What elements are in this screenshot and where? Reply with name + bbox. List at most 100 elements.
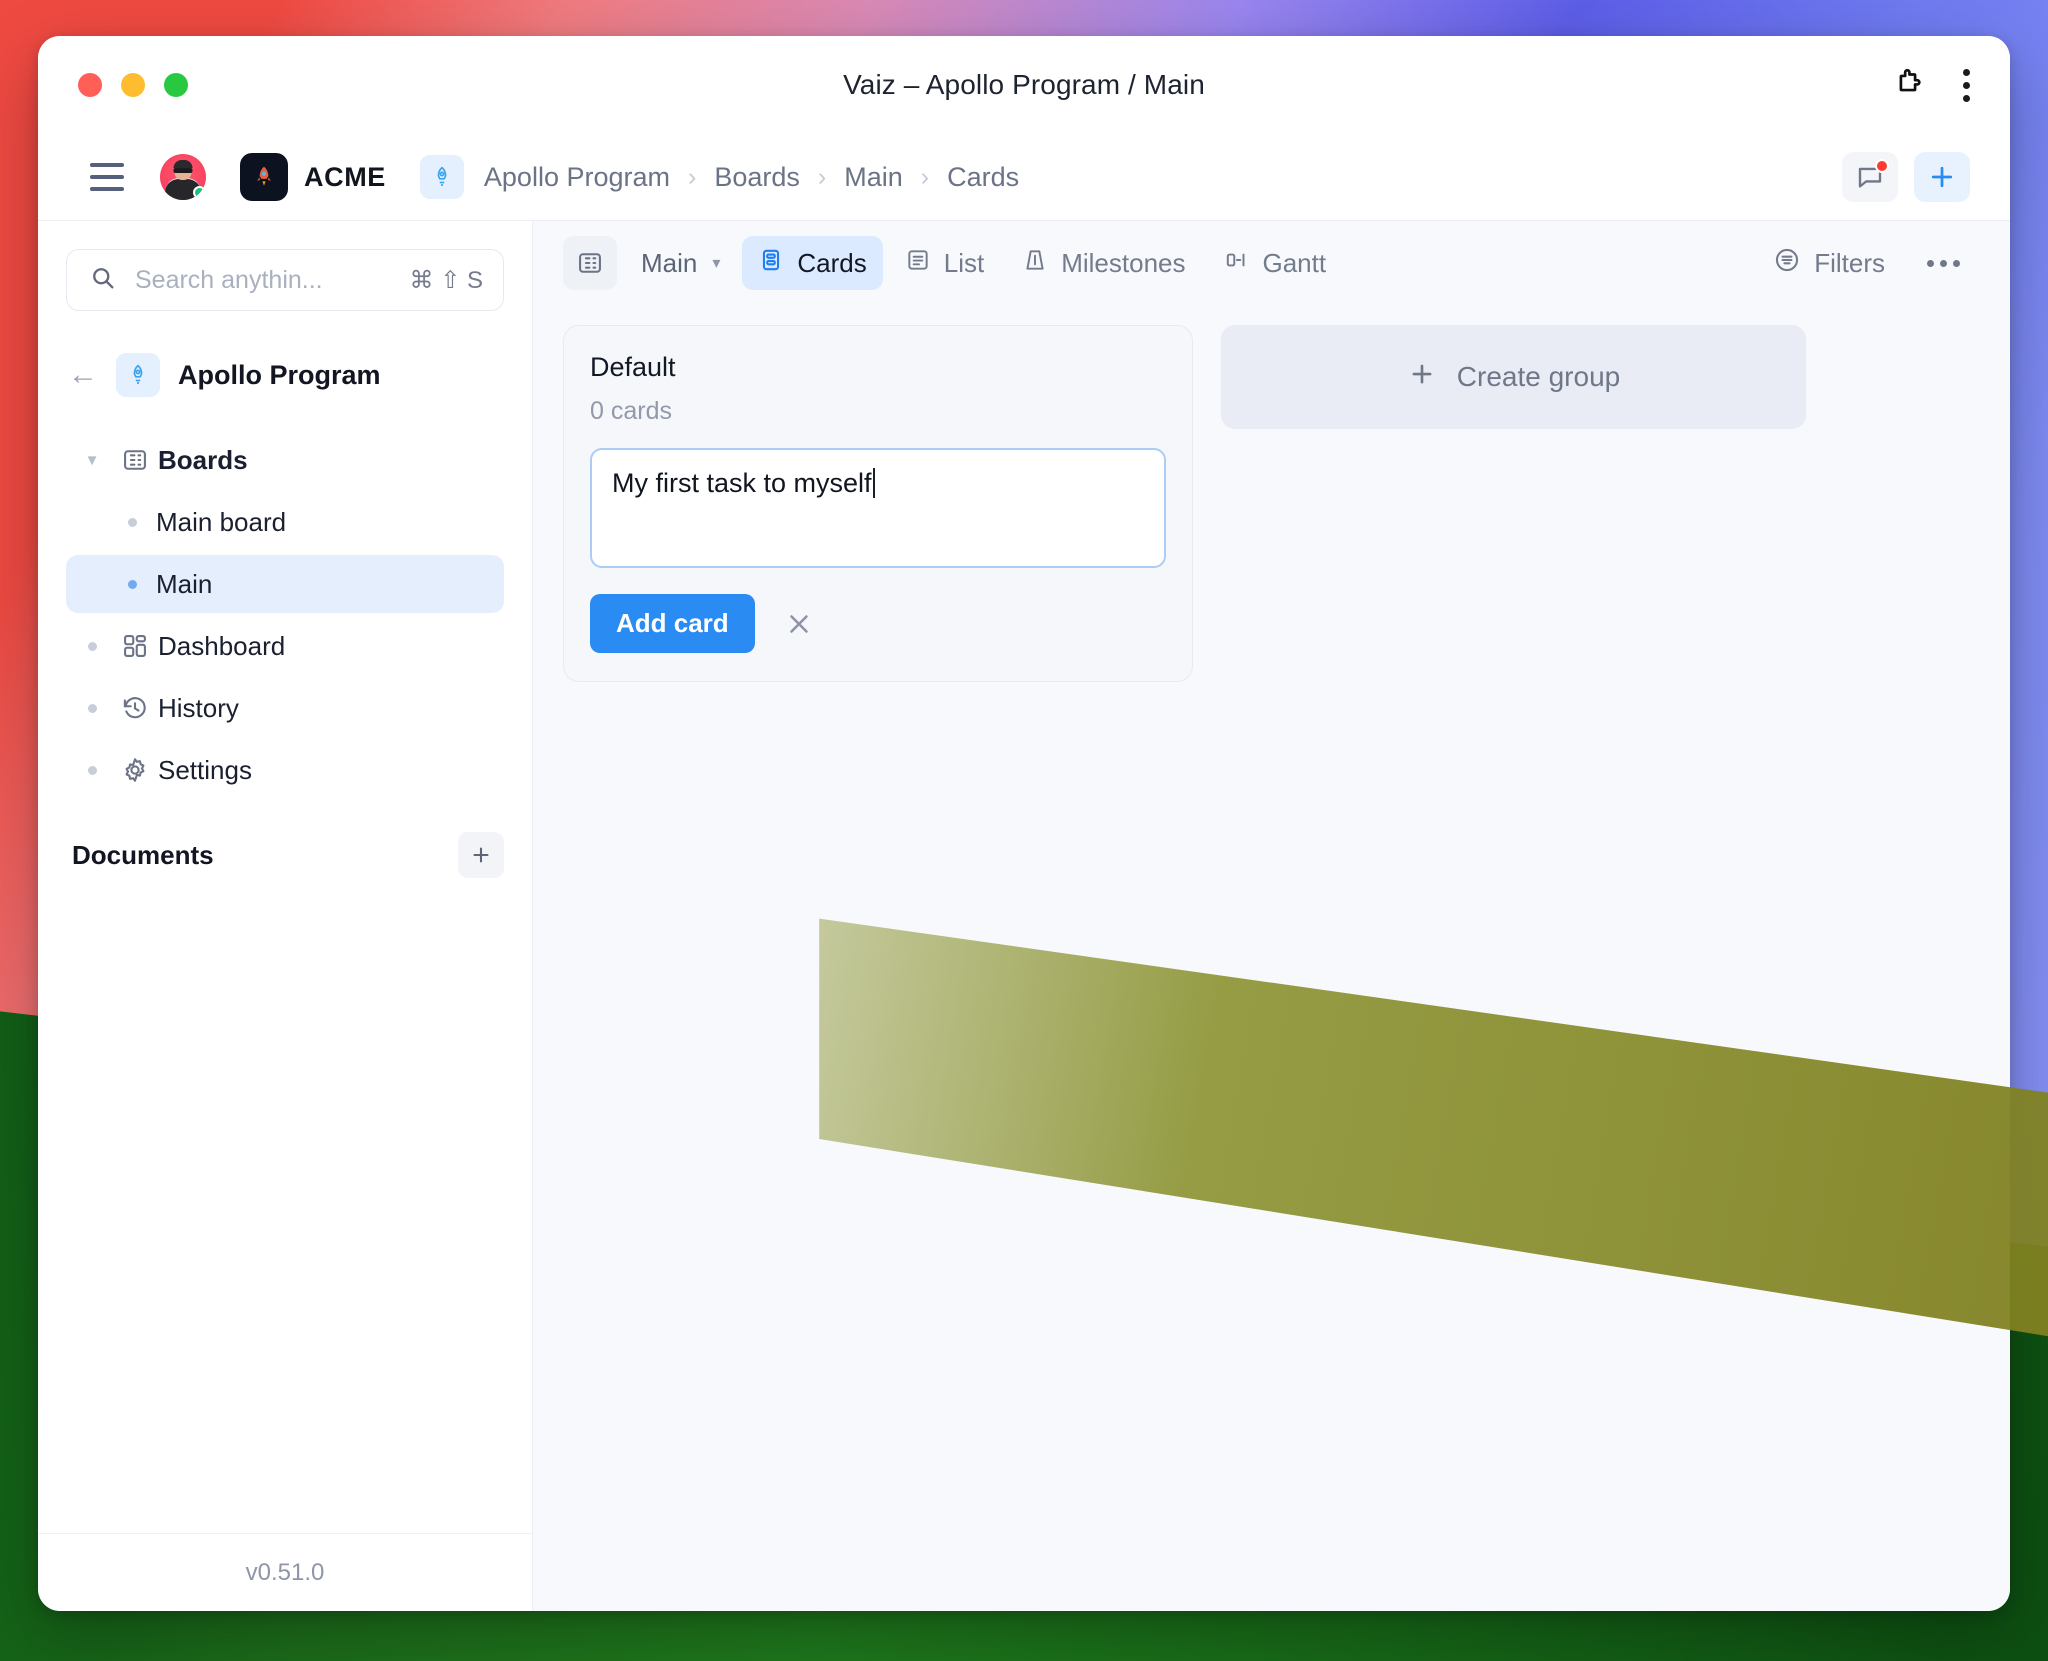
app-version: v0.51.0	[38, 1533, 532, 1611]
tab-list[interactable]: List	[889, 236, 1000, 290]
history-icon	[112, 694, 158, 722]
puzzle-icon[interactable]	[1891, 66, 1925, 105]
new-card-textarea[interactable]: My first task to myself	[590, 448, 1166, 568]
cards-icon	[758, 247, 784, 280]
notification-badge	[1875, 159, 1889, 173]
search-icon	[89, 264, 117, 297]
card-composer-actions: Add card	[590, 594, 1166, 653]
dashboard-icon	[112, 632, 158, 660]
sidebar-project-name[interactable]: Apollo Program	[178, 360, 381, 391]
window-controls[interactable]	[78, 73, 188, 97]
titlebar-actions	[1891, 66, 1970, 105]
tab-cards[interactable]: Cards	[742, 236, 882, 290]
text-cursor	[873, 468, 875, 498]
bullet-icon	[72, 642, 112, 651]
bullet-icon	[112, 580, 152, 589]
main-content: Main ▾ Cards	[533, 221, 2010, 1611]
close-icon[interactable]	[777, 602, 821, 646]
breadcrumb-item-cards[interactable]: Cards	[943, 160, 1023, 195]
sidebar-item-label: Main	[152, 569, 212, 600]
sidebar-item-label: Settings	[158, 755, 252, 786]
sidebar-item-label: Dashboard	[158, 631, 285, 662]
bullet-icon	[112, 518, 152, 527]
sidebar-section-title: Documents	[72, 840, 214, 871]
close-window-button[interactable]	[78, 73, 102, 97]
online-status-dot	[193, 186, 206, 199]
comment-bubble-icon[interactable]	[1842, 152, 1898, 202]
gantt-icon	[1224, 247, 1250, 280]
sidebar-documents-section: Documents	[66, 823, 504, 887]
avatar-glasses	[174, 168, 193, 173]
add-document-button[interactable]	[458, 832, 504, 878]
app-header-actions	[1842, 152, 1970, 202]
back-arrow-icon[interactable]: ←	[68, 360, 98, 390]
sidebar-item-settings[interactable]: Settings	[66, 741, 504, 799]
maximize-window-button[interactable]	[164, 73, 188, 97]
board-icon[interactable]	[563, 236, 617, 290]
hamburger-icon[interactable]	[90, 163, 124, 191]
group-title[interactable]: Default	[590, 352, 1166, 383]
rocket-icon	[116, 353, 160, 397]
sidebar-item-dashboard[interactable]: Dashboard	[66, 617, 504, 675]
plus-icon	[1407, 359, 1437, 396]
sidebar-item-history[interactable]: History	[66, 679, 504, 737]
breadcrumb-item-boards[interactable]: Boards	[710, 160, 804, 195]
filters-icon	[1773, 246, 1801, 281]
app-header: ACME Apollo Program › Boards › Main › Ca…	[38, 134, 2010, 220]
create-group-label: Create group	[1457, 361, 1620, 393]
board-icon	[112, 446, 158, 474]
tab-milestones[interactable]: Milestones	[1006, 236, 1201, 290]
search-input[interactable]: Search anythin... ⌘ ⇧ S	[66, 249, 504, 311]
avatar-hair	[174, 160, 193, 168]
new-card-value: My first task to myself	[612, 468, 872, 498]
sidebar-item-main-board[interactable]: Main board	[66, 493, 504, 551]
board-selector-label: Main	[641, 248, 697, 279]
milestones-icon	[1022, 247, 1048, 280]
sidebar-item-main[interactable]: Main	[66, 555, 504, 613]
tab-label: Milestones	[1061, 248, 1185, 279]
search-shortcut: ⌘ ⇧ S	[410, 266, 483, 295]
tab-label: List	[944, 248, 984, 279]
sidebar-project-header: ← Apollo Program	[66, 347, 504, 403]
filters-button[interactable]: Filters	[1757, 236, 1901, 290]
view-toolbar-right: Filters	[1757, 236, 1976, 290]
app-window: Vaiz – Apollo Program / Main	[38, 36, 2010, 1611]
bullet-icon	[72, 766, 112, 775]
chevron-down-icon: ▾	[712, 253, 720, 273]
more-horizontal-icon[interactable]	[1911, 246, 1976, 281]
add-icon[interactable]	[1914, 152, 1970, 202]
breadcrumb-separator: ›	[921, 163, 929, 192]
tab-gantt[interactable]: Gantt	[1208, 236, 1343, 290]
rocket-logo-icon[interactable]	[240, 153, 288, 201]
sidebar: Search anythin... ⌘ ⇧ S ← Apollo P	[38, 221, 533, 1611]
breadcrumb-separator: ›	[688, 163, 696, 192]
chevron-down-icon[interactable]: ▼	[72, 452, 112, 469]
minimize-window-button[interactable]	[121, 73, 145, 97]
kebab-menu-icon[interactable]	[1963, 69, 1970, 102]
avatar[interactable]	[160, 154, 206, 200]
tab-label: Cards	[797, 248, 866, 279]
board-selector[interactable]: Main ▾	[633, 236, 736, 290]
sidebar-item-boards[interactable]: ▼ Boards	[66, 431, 504, 489]
sidebar-item-label: Main board	[152, 507, 286, 538]
tab-label: Gantt	[1263, 248, 1327, 279]
window-titlebar: Vaiz – Apollo Program / Main	[38, 36, 2010, 134]
window-title: Vaiz – Apollo Program / Main	[38, 69, 2010, 101]
app-body: Search anythin... ⌘ ⇧ S ← Apollo P	[38, 220, 2010, 1611]
org-name[interactable]: ACME	[304, 162, 386, 193]
filters-label: Filters	[1814, 248, 1885, 279]
breadcrumb-separator: ›	[818, 163, 826, 192]
sidebar-item-label: History	[158, 693, 239, 724]
view-toolbar: Main ▾ Cards	[533, 221, 2010, 305]
group-card-count: 0 cards	[590, 397, 1166, 426]
sidebar-item-label: Boards	[158, 445, 248, 476]
rocket-icon[interactable]	[420, 155, 464, 199]
breadcrumb: Apollo Program › Boards › Main › Cards	[480, 160, 1023, 195]
desktop-background: Vaiz – Apollo Program / Main	[0, 0, 2048, 1661]
breadcrumb-item-main[interactable]: Main	[840, 160, 907, 195]
add-card-button[interactable]: Add card	[590, 594, 755, 653]
create-group-button[interactable]: Create group	[1221, 325, 1806, 429]
sidebar-scroll: Search anythin... ⌘ ⇧ S ← Apollo P	[38, 221, 532, 1533]
breadcrumb-item-project[interactable]: Apollo Program	[480, 160, 674, 195]
search-placeholder: Search anythin...	[135, 266, 392, 295]
